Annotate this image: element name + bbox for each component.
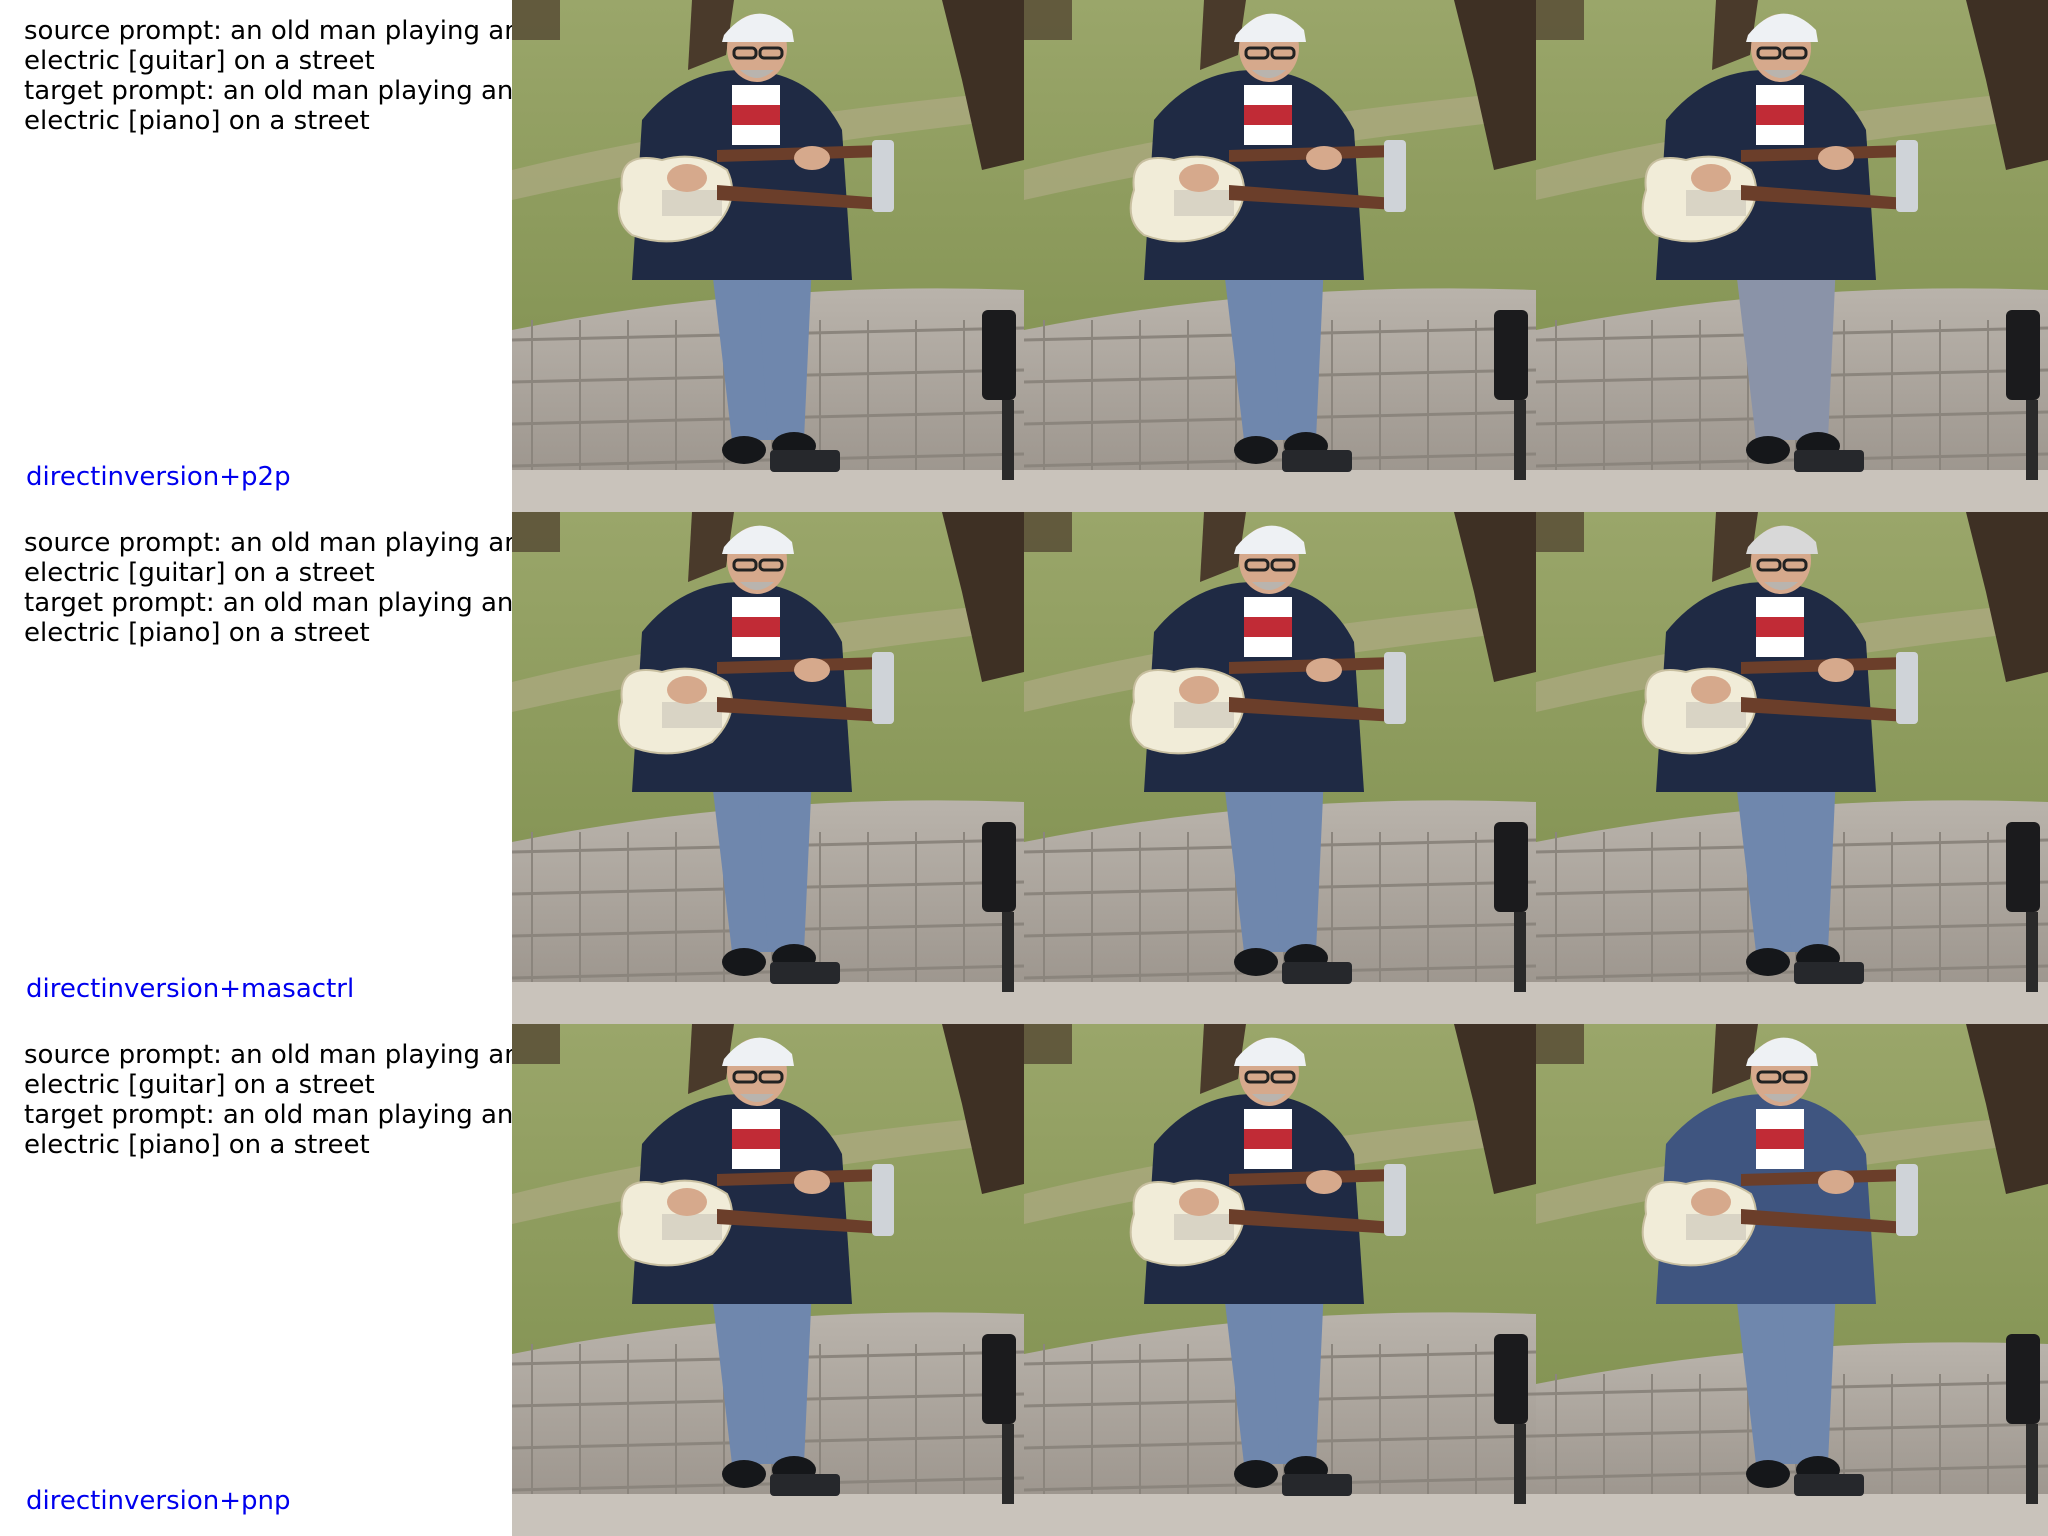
prompt-text: source prompt: an old man playing an ele… (24, 16, 521, 136)
target-prompt-line-2: electric [piano] on a street (24, 1130, 370, 1160)
source-prompt-line-1: source prompt: an old man playing an (24, 16, 521, 46)
comparison-grid: source prompt: an old man playing an ele… (0, 0, 2048, 1536)
source-prompt-line-1: source prompt: an old man playing an (24, 1040, 521, 1070)
source-prompt-line-1: source prompt: an old man playing an (24, 528, 521, 558)
reconstructed-image (1024, 1024, 1536, 1536)
result-row-3: source prompt: an old man playing an ele… (0, 1024, 2048, 1536)
method-label: directinversion+pnp (26, 1486, 291, 1516)
source-prompt-line-2: electric [guitar] on a street (24, 46, 375, 76)
result-row-2: source prompt: an old man playing an ele… (0, 512, 2048, 1024)
row-label-panel: source prompt: an old man playing an ele… (0, 0, 521, 512)
source-prompt-line-2: electric [guitar] on a street (24, 1070, 375, 1100)
edited-image (1536, 1024, 2048, 1536)
target-prompt-line-1: target prompt: an old man playing an (24, 76, 514, 106)
prompt-text: source prompt: an old man playing an ele… (24, 528, 521, 648)
target-prompt-line-2: electric [piano] on a street (24, 106, 370, 136)
reconstructed-image (1024, 0, 1536, 512)
method-label: directinversion+p2p (26, 462, 291, 492)
source-prompt-line-2: electric [guitar] on a street (24, 558, 375, 588)
source-image (512, 1024, 1024, 1536)
result-row-1: source prompt: an old man playing an ele… (0, 0, 2048, 512)
prompt-text: source prompt: an old man playing an ele… (24, 1040, 521, 1160)
target-prompt-line-2: electric [piano] on a street (24, 618, 370, 648)
edited-image (1536, 512, 2048, 1024)
source-image (512, 512, 1024, 1024)
reconstructed-image (1024, 512, 1536, 1024)
row-label-panel: source prompt: an old man playing an ele… (0, 1024, 521, 1536)
edited-image (1536, 0, 2048, 512)
source-image (512, 0, 1024, 512)
row-label-panel: source prompt: an old man playing an ele… (0, 512, 521, 1024)
method-label: directinversion+masactrl (26, 974, 355, 1004)
target-prompt-line-1: target prompt: an old man playing an (24, 588, 514, 618)
target-prompt-line-1: target prompt: an old man playing an (24, 1100, 514, 1130)
